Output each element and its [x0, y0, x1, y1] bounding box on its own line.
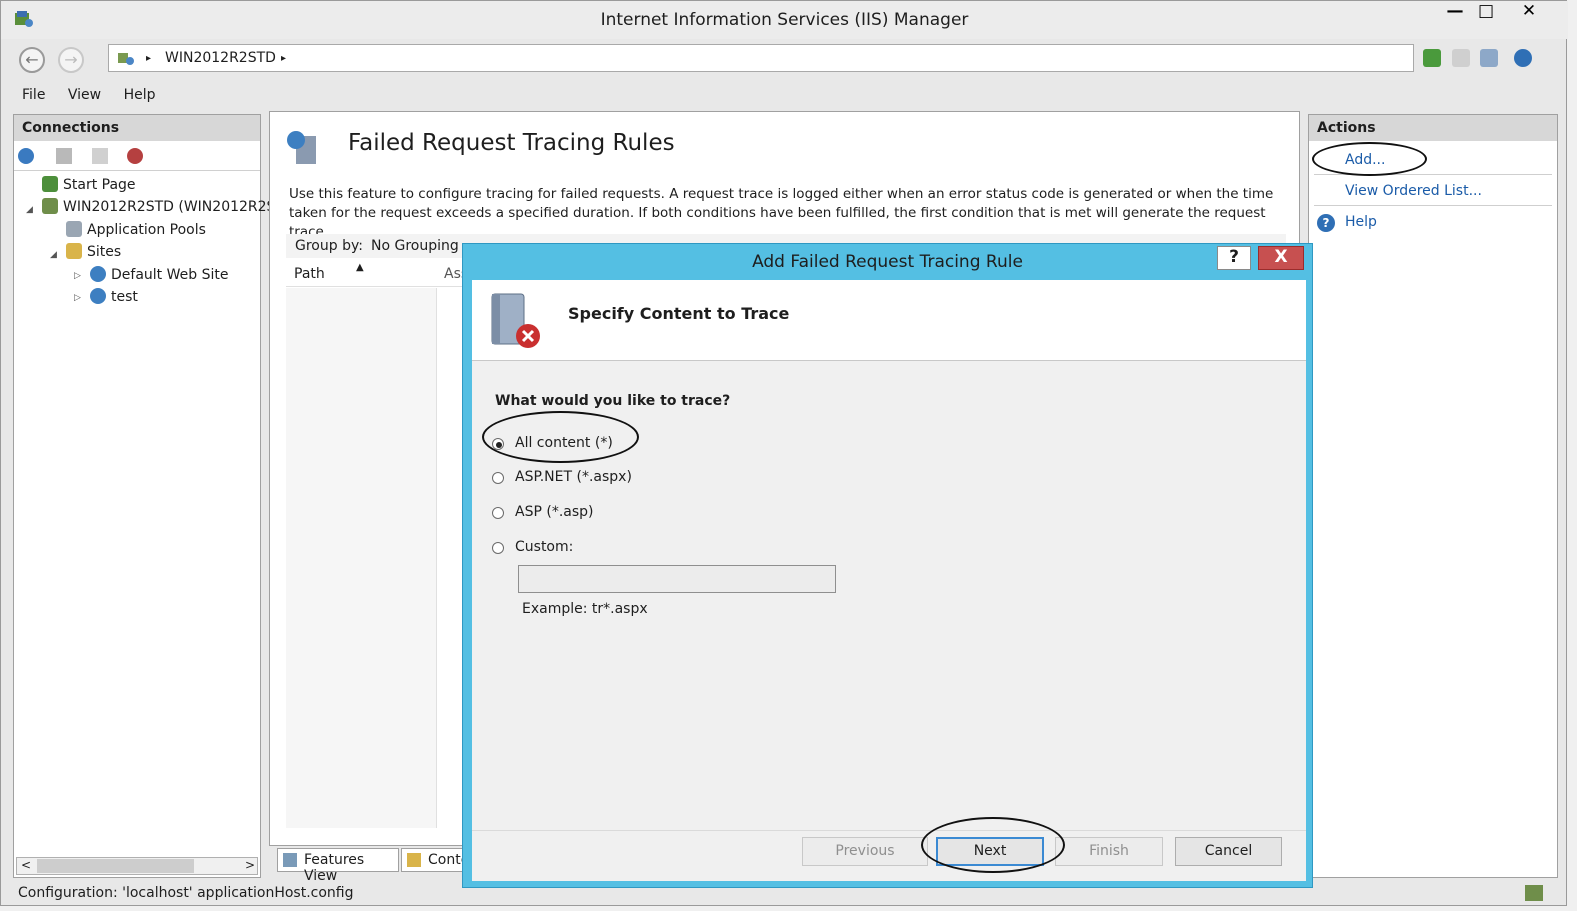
up-level-icon[interactable]: [92, 148, 108, 164]
group-by-label: Group by:: [295, 238, 363, 254]
status-text: Configuration: 'localhost' applicationHo…: [18, 885, 354, 901]
help-dropdown-icon[interactable]: [1514, 49, 1532, 67]
view-ordered-list-link[interactable]: View Ordered List...: [1345, 183, 1482, 199]
features-view-icon: [283, 853, 297, 867]
scroll-left-icon[interactable]: <: [21, 858, 31, 872]
radio-circle[interactable]: [492, 507, 504, 519]
next-button[interactable]: Next: [936, 837, 1044, 866]
start-page-icon: [42, 176, 58, 192]
refresh-icon[interactable]: [1423, 49, 1441, 67]
tracing-rules-icon: [287, 131, 316, 164]
close-window-button[interactable]: ✕: [1511, 1, 1547, 25]
tree-test-site[interactable]: test: [90, 288, 138, 305]
rules-grid: [286, 288, 437, 828]
server-icon: [118, 53, 134, 65]
dialog-title: Add Failed Request Tracing Rule: [752, 252, 1023, 272]
connections-header: Connections: [14, 115, 260, 141]
connection-status-icon: [1525, 885, 1543, 901]
app-pool-icon: [66, 221, 82, 237]
tree-default-site[interactable]: Default Web Site: [90, 266, 228, 283]
view-tabs: Features View Conte: [269, 846, 469, 884]
expand-arrow-icon[interactable]: ▷: [74, 271, 81, 281]
radio-circle[interactable]: [492, 438, 504, 450]
content-view-icon: [407, 853, 421, 867]
maximize-button[interactable]: □: [1468, 1, 1504, 25]
add-tracing-rule-dialog: Add Failed Request Tracing Rule ? X Spec…: [462, 243, 1313, 888]
tree-server[interactable]: WIN2012R2STD (WIN2012R2S: [42, 198, 275, 215]
connect-globe-icon[interactable]: [18, 148, 34, 164]
server-icon: [42, 198, 58, 214]
custom-content-input[interactable]: [518, 565, 836, 593]
dialog-help-button[interactable]: ?: [1217, 246, 1251, 270]
menu-view[interactable]: View: [59, 84, 110, 106]
previous-button[interactable]: Previous: [802, 837, 928, 866]
address-bar[interactable]: ▸ WIN2012R2STD ▸: [108, 44, 1414, 72]
dialog-button-row: Previous Next Finish Cancel: [472, 830, 1306, 882]
sort-ascending-icon: ▲: [356, 262, 364, 273]
custom-example-hint: Example: tr*.aspx: [522, 601, 648, 617]
collapse-arrow-icon[interactable]: ◢: [50, 250, 57, 260]
radio-label: ASP (*.asp): [515, 504, 594, 520]
scroll-thumb[interactable]: [37, 859, 194, 873]
feature-title: Failed Request Tracing Rules: [348, 130, 675, 156]
add-rule-link[interactable]: Add...: [1345, 152, 1385, 168]
dialog-body: Specify Content to Trace What would you …: [472, 280, 1306, 881]
tree-sites[interactable]: Sites: [66, 243, 121, 260]
folder-icon: [66, 243, 82, 259]
menu-bar: File View Help: [13, 84, 165, 108]
radio-label: All content (*): [515, 435, 613, 451]
tree-app-pools[interactable]: Application Pools: [66, 221, 206, 238]
content-view-tab[interactable]: Conte: [401, 848, 469, 872]
navigation-bar: ← → ▸ WIN2012R2STD ▸: [11, 43, 1561, 77]
expand-arrow-icon[interactable]: ▷: [74, 293, 81, 303]
trace-error-icon: [491, 293, 540, 348]
cancel-button[interactable]: Cancel: [1175, 837, 1282, 866]
help-link[interactable]: Help: [1345, 214, 1377, 230]
radio-circle[interactable]: [492, 472, 504, 484]
dialog-close-button[interactable]: X: [1258, 246, 1304, 270]
features-view-tab[interactable]: Features View: [277, 848, 399, 884]
title-bar: Internet Information Services (IIS) Mana…: [1, 1, 1568, 39]
forward-arrow-icon[interactable]: →: [58, 47, 84, 73]
tree-start-page[interactable]: Start Page: [42, 176, 136, 193]
finish-button[interactable]: Finish: [1055, 837, 1163, 866]
breadcrumb-separator: ▸: [146, 53, 152, 64]
save-icon[interactable]: [56, 148, 72, 164]
globe-icon: [90, 288, 106, 304]
horizontal-scrollbar[interactable]: < >: [16, 857, 258, 875]
connections-pane: Connections Start Page ◢ WIN2012R2STD (W…: [13, 114, 275, 878]
dialog-step-title: Specify Content to Trace: [568, 304, 790, 323]
column-path[interactable]: Path: [294, 266, 325, 282]
globe-icon: [90, 266, 106, 282]
menu-file[interactable]: File: [13, 84, 54, 106]
collapse-arrow-icon[interactable]: ◢: [26, 205, 33, 215]
radio-label: ASP.NET (*.aspx): [515, 469, 632, 485]
dialog-header: Specify Content to Trace: [472, 280, 1306, 361]
scroll-right-icon[interactable]: >: [245, 858, 255, 872]
breadcrumb-server[interactable]: WIN2012R2STD: [165, 50, 276, 66]
disconnect-icon[interactable]: [127, 148, 143, 164]
trace-question: What would you like to trace?: [495, 393, 731, 409]
radio-label: Custom:: [515, 539, 574, 555]
menu-help[interactable]: Help: [115, 84, 165, 106]
actions-header: Actions: [1309, 115, 1557, 141]
radio-selected-dot: [496, 442, 502, 448]
back-arrow-icon[interactable]: ←: [19, 47, 45, 73]
stop-icon[interactable]: [1452, 49, 1470, 67]
actions-pane: Actions Add... View Ordered List... ? He…: [1308, 114, 1558, 878]
connections-toolbar: [14, 142, 260, 171]
window-title: Internet Information Services (IIS) Mana…: [600, 10, 969, 30]
breadcrumb-arrow[interactable]: ▸: [281, 53, 286, 64]
help-icon: ?: [1317, 214, 1335, 232]
home-icon[interactable]: [1480, 49, 1498, 67]
group-by-select[interactable]: No Grouping: [371, 238, 459, 254]
separator: [1314, 205, 1552, 206]
separator: [1314, 174, 1552, 175]
radio-circle[interactable]: [492, 542, 504, 554]
